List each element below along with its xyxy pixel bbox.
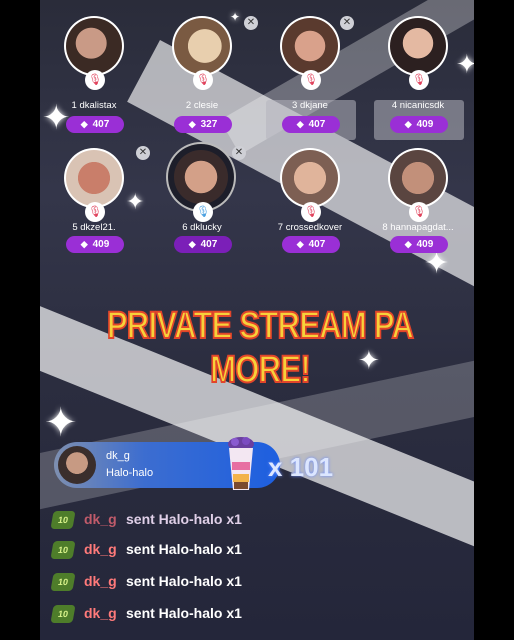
microphone-icon: 🎙 xyxy=(85,202,105,222)
halo-halo-gift-icon xyxy=(228,437,254,490)
guest-seat-6[interactable]: 🎙 ✕ 6 dklucky ◆ 407 xyxy=(148,144,256,274)
microphone-icon: 🎙 xyxy=(85,70,105,90)
seat-username: 6 dklucky xyxy=(182,222,222,233)
chat-username[interactable]: dk_g xyxy=(84,605,117,621)
diamond-icon: ◆ xyxy=(404,119,412,129)
guest-seat-2[interactable]: 🎙 ✕ 2 clesie ◆ 327 xyxy=(148,12,258,142)
diamond-icon: ◆ xyxy=(296,239,304,249)
level-badge: 10 xyxy=(50,541,76,559)
diamond-icon: ◆ xyxy=(80,239,88,249)
microphone-icon: 🎙 xyxy=(409,70,429,90)
microphone-icon: 🎙 xyxy=(409,202,429,222)
seat-username: 2 clesie xyxy=(185,100,219,111)
guest-seat-5[interactable]: 🎙 ✕ 5 dkzel21. ◆ 409 xyxy=(40,144,150,274)
close-icon[interactable]: ✕ xyxy=(232,146,246,160)
diamond-icon: ◆ xyxy=(80,119,88,129)
level-badge: 10 xyxy=(50,605,76,623)
guest-seat-8[interactable]: 🎙 8 hannapagdat... ◆ 409 xyxy=(364,144,472,274)
level-badge: 10 xyxy=(50,573,76,591)
level-badge: 10 xyxy=(50,511,76,529)
seat-username: 3 dkjane xyxy=(292,100,328,111)
avatar[interactable] xyxy=(58,446,96,484)
score-badge: ◆ 407 xyxy=(282,116,340,133)
seat-username: 4 nicanicsdk xyxy=(391,100,445,111)
avatar[interactable] xyxy=(168,144,234,210)
chat-username[interactable]: dk_g xyxy=(84,573,117,589)
seat-username: 1 dkalistax xyxy=(71,100,117,111)
diamond-icon: ◆ xyxy=(188,239,196,249)
seat-username: 5 dkzel21. xyxy=(72,222,116,233)
gift-multiplier: x 101 xyxy=(268,452,334,482)
chat-username[interactable]: dk_g xyxy=(84,511,117,527)
score-badge: ◆ 407 xyxy=(282,236,340,253)
chat-message: 10 dk_g sent Halo-halo x1 xyxy=(50,538,312,564)
avatar[interactable] xyxy=(280,148,340,208)
diamond-icon: ◆ xyxy=(296,119,304,129)
microphone-icon: 🎙 xyxy=(301,70,321,90)
banner-line-1: PRIVATE STREAM PA xyxy=(106,304,415,348)
score-badge: ◆ 327 xyxy=(174,116,232,133)
chat-text: sent Halo-halo x1 xyxy=(126,605,242,621)
close-icon[interactable]: ✕ xyxy=(340,16,354,30)
guest-seat-7[interactable]: 🎙 7 crossedkover ◆ 407 xyxy=(256,144,364,274)
diamond-icon: ◆ xyxy=(404,239,412,249)
microphone-icon: 🎙 xyxy=(301,202,321,222)
score-badge: ◆ 407 xyxy=(66,116,124,133)
seat-username: 8 hannapagdat... xyxy=(382,222,454,233)
microphone-icon: 🎙 xyxy=(193,202,213,222)
gift-name: Halo-halo xyxy=(106,467,154,479)
chat-text: sent Halo-halo x1 xyxy=(126,573,242,589)
avatar[interactable] xyxy=(280,16,340,76)
avatar[interactable] xyxy=(388,16,448,76)
score-badge: ◆ 409 xyxy=(390,236,448,253)
avatar[interactable] xyxy=(172,16,232,76)
guest-seat-4[interactable]: 🎙 4 nicanicsdk ◆ 409 xyxy=(364,12,472,142)
guest-seat-1[interactable]: 🎙 1 dkalistax ◆ 407 xyxy=(40,12,148,142)
banner-line-2: MORE! xyxy=(209,348,311,392)
sparkle-icon: ✦ xyxy=(44,400,78,446)
microphone-icon: 🎙 xyxy=(193,70,213,90)
gift-sender: dk_g xyxy=(106,450,130,462)
avatar[interactable] xyxy=(388,148,448,208)
chat-message: 10 dk_g sent Halo-halo x1 xyxy=(50,570,312,596)
chat-message: 10 dk_g sent Halo-halo x1 xyxy=(50,508,312,534)
score-badge: ◆ 407 xyxy=(174,236,232,253)
chat-username[interactable]: dk_g xyxy=(84,541,117,557)
seat-username: 7 crossedkover xyxy=(277,222,343,233)
chat-text: sent Halo-halo x1 xyxy=(126,511,242,527)
score-badge: ◆ 409 xyxy=(390,116,448,133)
guest-seat-3[interactable]: 🎙 ✕ 3 dkjane ◆ 407 xyxy=(256,12,364,142)
chat-message: 10 dk_g sent Halo-halo x1 xyxy=(50,602,312,628)
diamond-icon: ◆ xyxy=(188,119,196,129)
score-badge: ◆ 409 xyxy=(66,236,124,253)
avatar[interactable] xyxy=(64,148,124,208)
avatar[interactable] xyxy=(64,16,124,76)
stream-banner: PRIVATE STREAM PA MORE! xyxy=(104,304,416,392)
chat-text: sent Halo-halo x1 xyxy=(126,541,242,557)
